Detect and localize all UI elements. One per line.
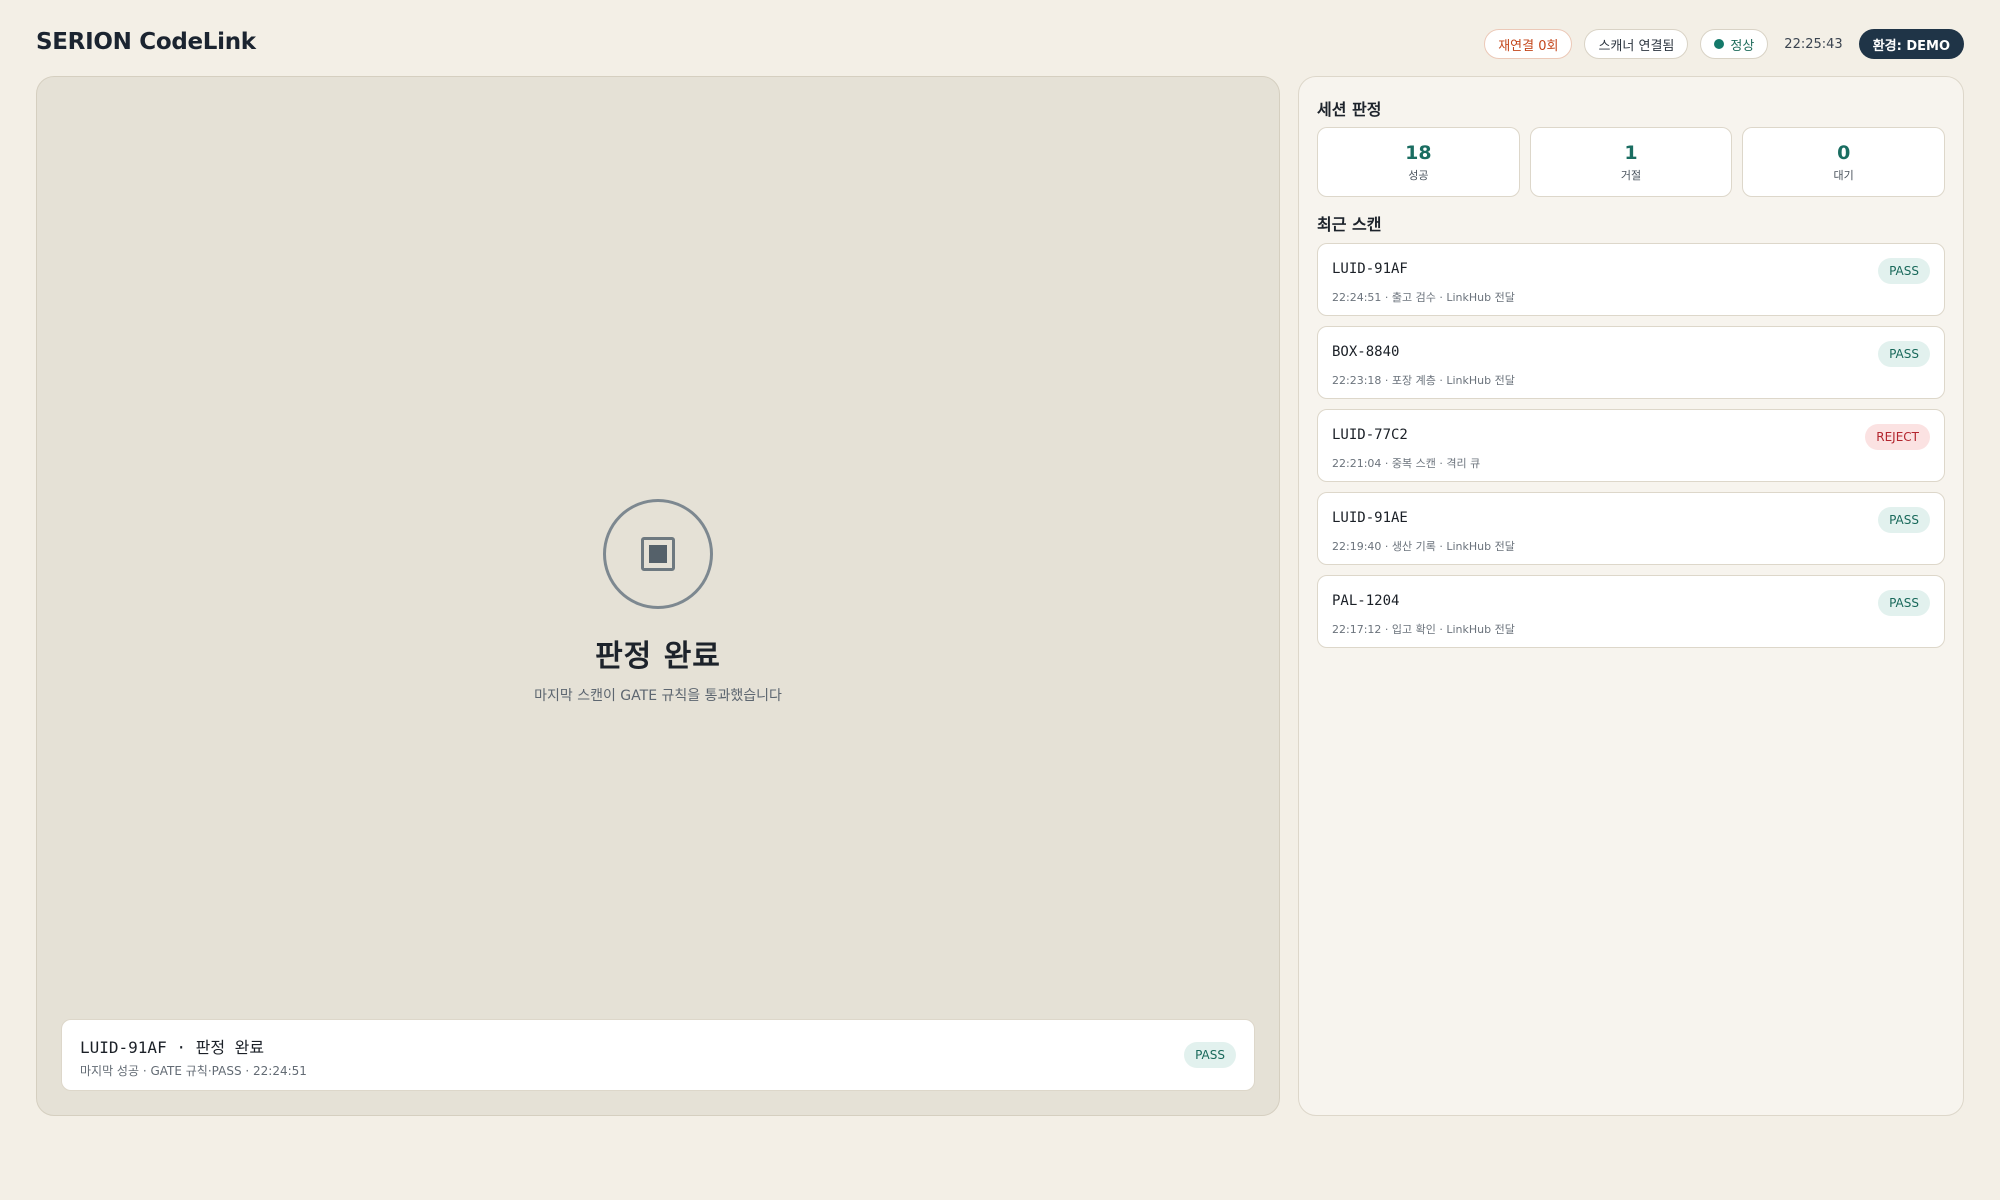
app-root: SERION CodeLink 재연결 0회 스캐너 연결됨 정상 22:25:… [0,0,2000,1200]
verdict-subtitle: 마지막 스캔이 GATE 규칙을 통과했습니다 [534,688,782,704]
header-status-group: 재연결 0회 스캐너 연결됨 정상 22:25:43 환경: DEMO [1484,28,1964,60]
top-bar: SERION CodeLink 재연결 0회 스캐너 연결됨 정상 22:25:… [0,0,2000,80]
last-result-bar[interactable]: LUID-91AF · 판정 완료 마지막 성공 · GATE 규칙·PASS … [61,1019,1255,1091]
clock: 22:25:43 [1784,36,1843,52]
scan-id: LUID-77C2 [1332,427,1408,443]
scan-id: LUID-91AE [1332,510,1408,526]
recent-scan-list: LUID-91AF 22:24:51 · 출고 검수 · LinkHub 전달 … [1317,243,1945,648]
system-status-pill[interactable]: 정상 [1700,29,1769,59]
scan-stage: 판정 완료 마지막 스캔이 GATE 규칙을 통과했습니다 LUID-91AF … [36,76,1280,1116]
list-item[interactable]: BOX-8840 22:23:18 · 포장 계층 · LinkHub 전달 P… [1317,326,1945,399]
scan-meta: 22:21:04 · 중복 스캔 · 격리 큐 [1332,457,1481,470]
list-item[interactable]: LUID-77C2 22:21:04 · 중복 스캔 · 격리 큐 REJECT [1317,409,1945,482]
list-item[interactable]: PAL-1204 22:17:12 · 입고 확인 · LinkHub 전달 P… [1317,575,1945,648]
scan-meta: 22:19:40 · 생산 기록 · LinkHub 전달 [1332,540,1515,553]
environment-badge[interactable]: 환경: DEMO [1858,29,1964,59]
app-title: SERION CodeLink [36,29,256,55]
scan-status-badge: PASS [1878,507,1930,533]
scan-ring [603,499,713,609]
list-item[interactable]: LUID-91AF 22:24:51 · 출고 검수 · LinkHub 전달 … [1317,243,1945,316]
scan-status-badge: REJECT [1865,424,1930,450]
session-verdict-title: 세션 판정 [1317,100,1382,119]
stat-pending-label: 대기 [1833,168,1854,182]
last-result-main: LUID-91AF · 판정 완료 [80,1038,265,1057]
scan-id: PAL-1204 [1332,593,1400,609]
stat-success: 18 성공 [1317,127,1520,197]
side-panel: 세션 판정 18 성공 1 거절 0 대기 최근 스캔 LUID-91AF 22… [1298,76,1964,1116]
stat-success-label: 성공 [1408,168,1429,182]
status-dot-icon [1714,39,1725,49]
reconnect-count-pill[interactable]: 재연결 0회 [1484,29,1573,59]
stat-success-value: 18 [1405,141,1432,164]
verdict-title: 판정 완료 [595,639,721,674]
scan-result-display: 판정 완료 마지막 스캔이 GATE 규칙을 통과했습니다 [37,499,1279,705]
recent-scans-title: 최근 스캔 [1317,215,1382,234]
last-result-detail: 마지막 성공 · GATE 규칙·PASS · 22:24:51 [80,1064,307,1078]
stat-rejected-label: 거절 [1620,168,1642,182]
stat-rejected: 1 거절 [1529,127,1733,197]
scan-status-badge: PASS [1878,341,1930,367]
stat-rejected-value: 1 [1624,141,1638,164]
scan-status-badge: PASS [1878,258,1930,284]
system-status-label: 정상 [1730,38,1755,54]
session-stats: 18 성공 1 거절 0 대기 [1317,127,1946,197]
scan-id: BOX-8840 [1332,344,1400,360]
scanner-connection-pill[interactable]: 스캐너 연결됨 [1584,29,1689,59]
stat-pending: 0 대기 [1742,127,1946,197]
scan-meta: 22:23:18 · 포장 계층 · LinkHub 전달 [1332,374,1515,387]
scanner-target-icon [641,537,675,571]
last-result-badge: PASS [1184,1042,1236,1068]
scan-status-badge: PASS [1878,590,1930,616]
scan-id: LUID-91AF [1332,261,1408,277]
scan-meta: 22:24:51 · 출고 검수 · LinkHub 전달 [1332,291,1515,304]
list-item[interactable]: LUID-91AE 22:19:40 · 생산 기록 · LinkHub 전달 … [1317,492,1945,565]
stat-pending-value: 0 [1837,141,1851,164]
scan-meta: 22:17:12 · 입고 확인 · LinkHub 전달 [1332,623,1515,636]
